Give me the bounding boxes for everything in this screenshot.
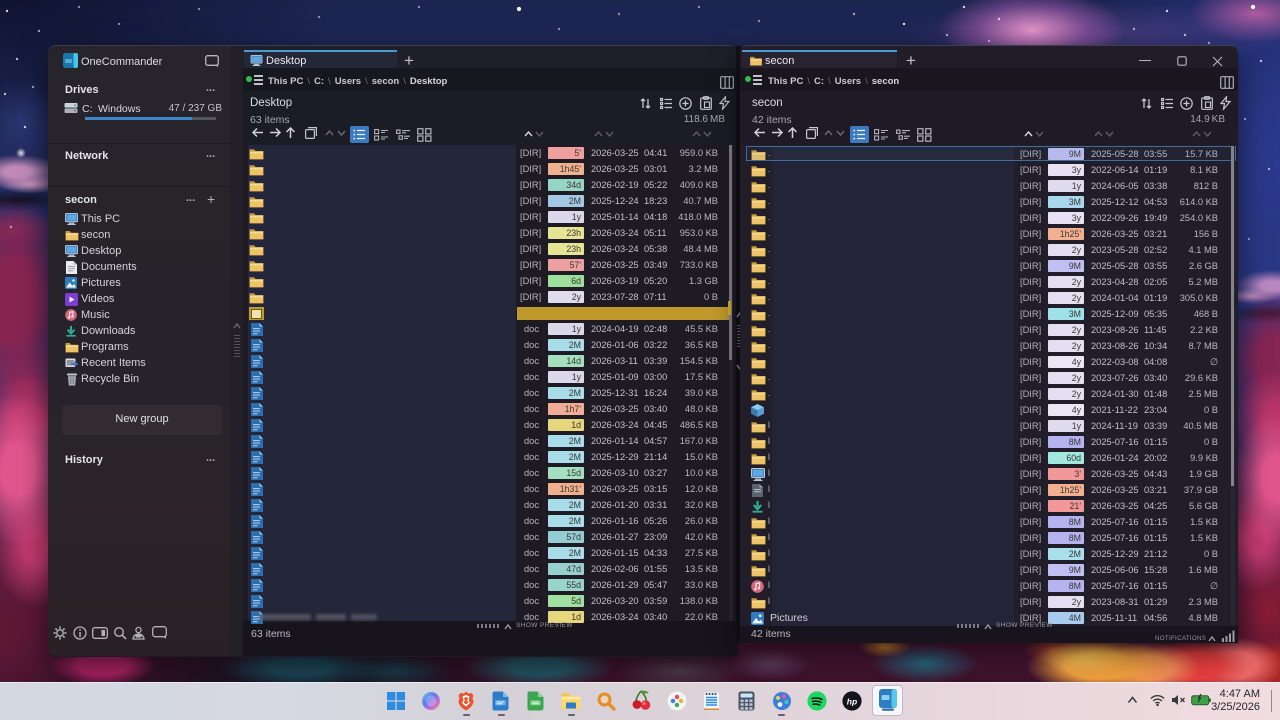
svg-text:hp: hp — [847, 696, 857, 706]
